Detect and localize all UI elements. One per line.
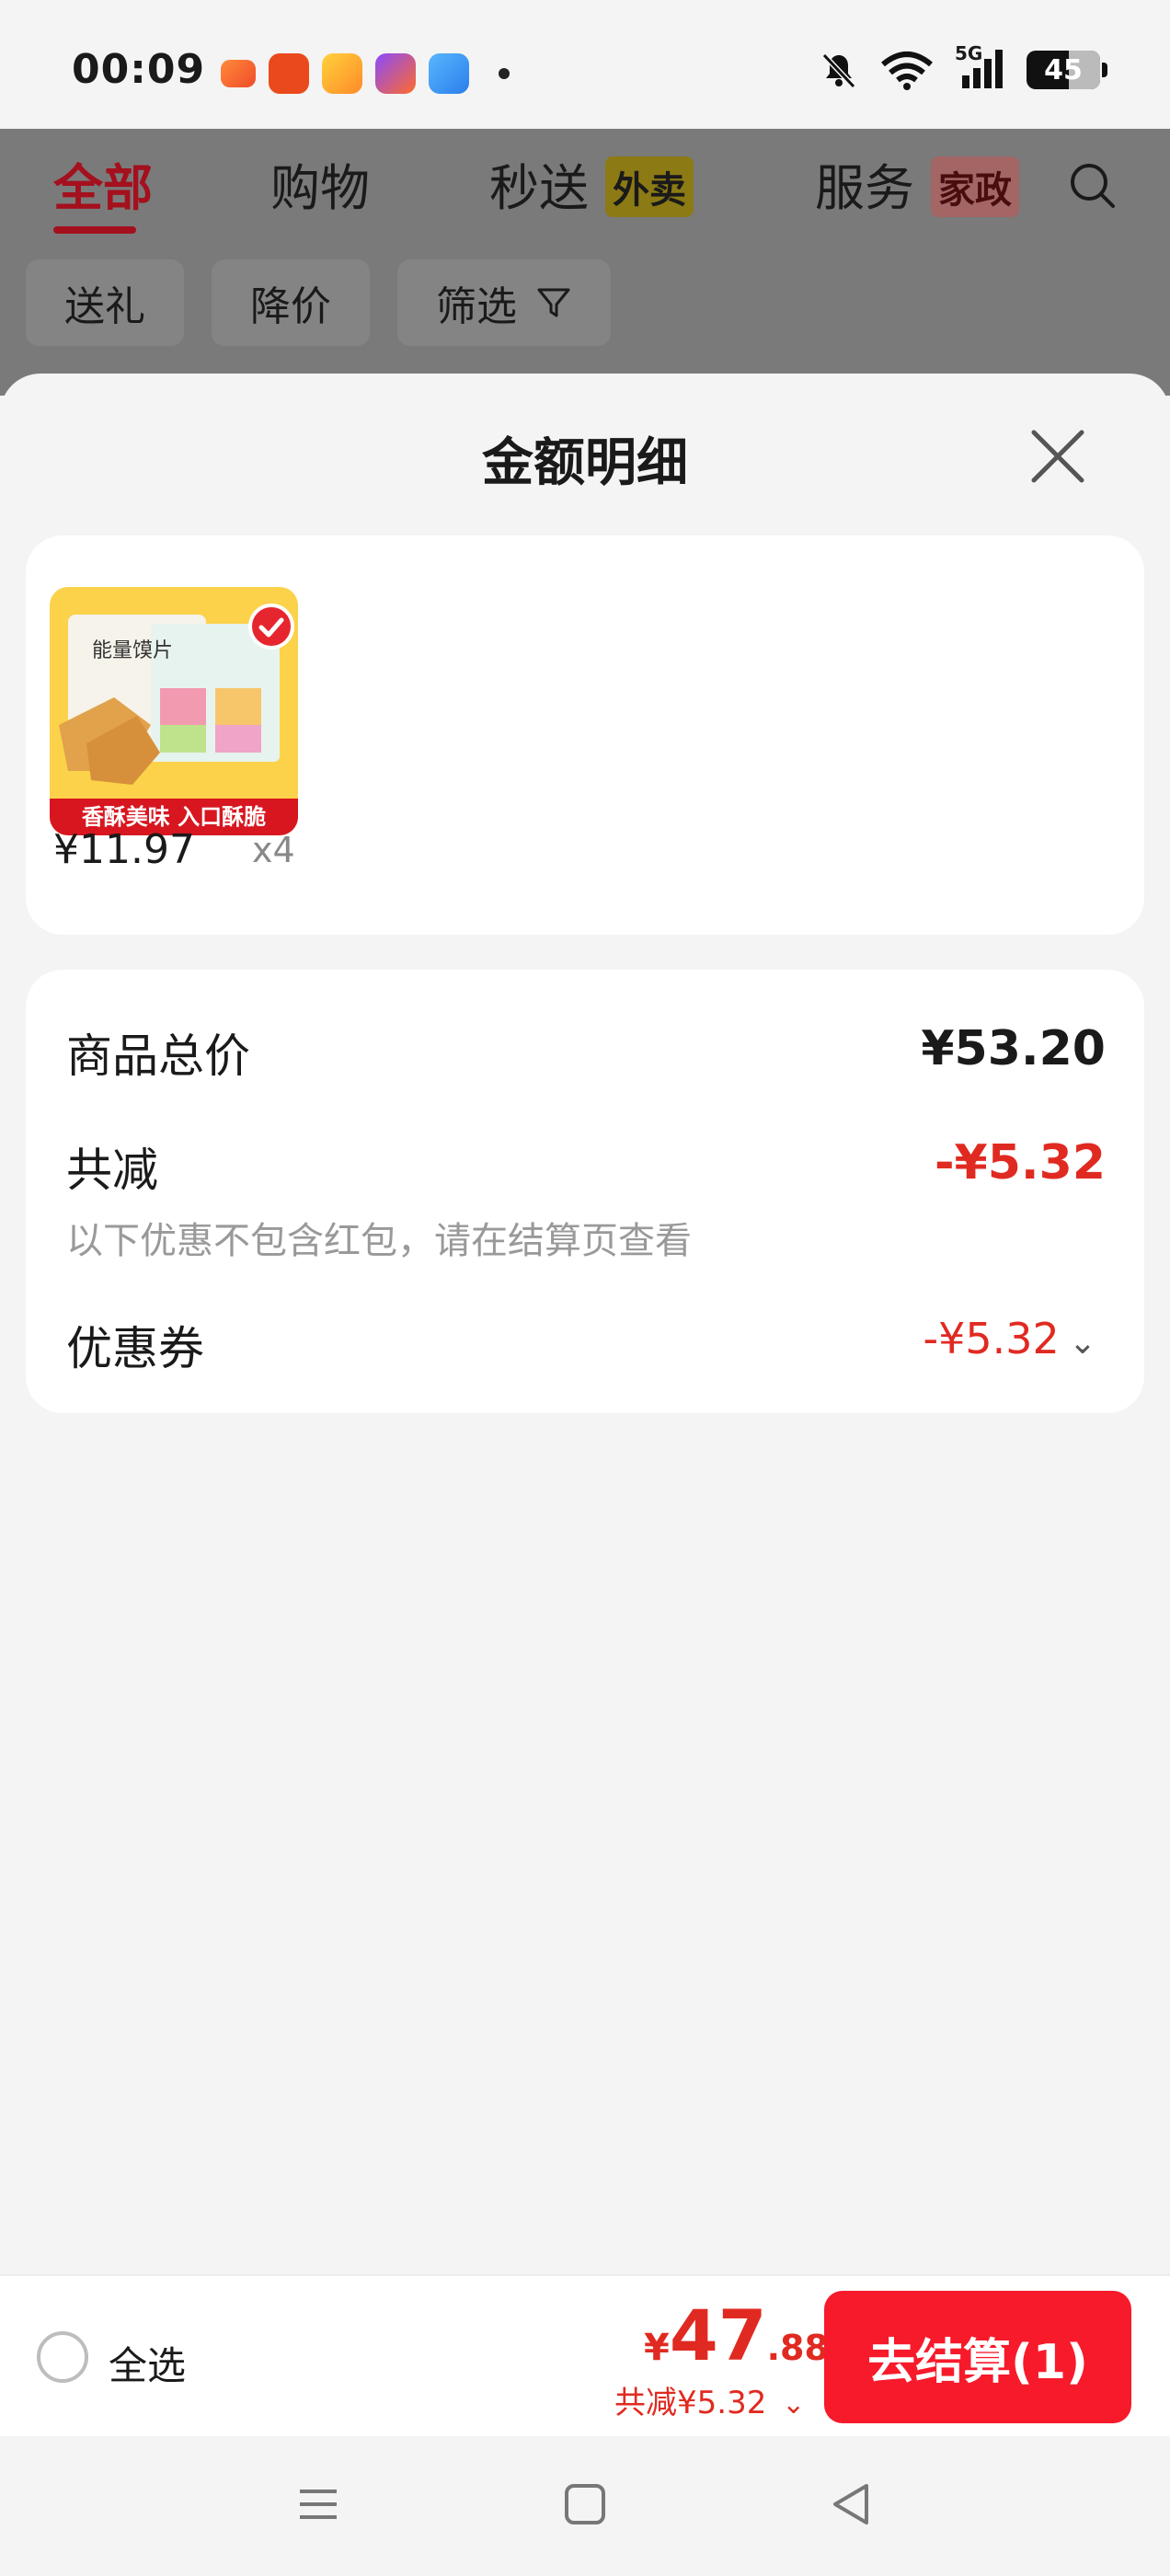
status-bar: 00:09 5G 45 (0, 0, 1170, 129)
taobao-app-icon (269, 53, 309, 94)
amount-details-sheet: 金额明细 能量馍片 香酥美味 入口酥脆 ¥11.97 x4 商品总价 ¥53.2… (0, 374, 1170, 2576)
game-app-icon (221, 60, 256, 87)
discount-details-toggle[interactable]: 共减¥5.32 ⌄ (614, 2377, 805, 2422)
tab-shopping[interactable]: 购物 (270, 147, 370, 220)
chip-gift[interactable]: 送礼 (26, 259, 184, 346)
price-summary-card: 商品总价 ¥53.20 共减 -¥5.32 以下优惠不包含红包，请在结算页查看 … (26, 970, 1144, 1413)
checkout-button[interactable]: 去结算(1) (824, 2291, 1131, 2423)
wifi-icon (881, 52, 933, 90)
battery-level: 45 (1044, 53, 1083, 86)
back-icon[interactable] (824, 2477, 879, 2532)
filter-chips: 送礼 降价 筛选 (26, 259, 611, 346)
system-navigation-bar (0, 2436, 1170, 2576)
select-all-checkbox[interactable] (37, 2331, 88, 2383)
total-price-value: ¥53.20 (921, 1021, 1106, 1076)
home-icon[interactable] (557, 2477, 613, 2532)
selected-check-icon[interactable] (248, 604, 294, 650)
status-time: 00:09 (72, 46, 206, 93)
more-notifications-dot (499, 68, 510, 79)
chip-filter[interactable]: 筛选 (397, 259, 611, 346)
category-tabs: 全部 购物 秒送 外卖 服务 家政 (0, 147, 1170, 234)
menu-icon[interactable] (291, 2477, 346, 2532)
product-brand-text: 能量馍片 (92, 639, 173, 662)
cellular-signal-icon: 5G (955, 42, 1006, 92)
takeaway-badge: 外卖 (605, 156, 694, 217)
tab-instant-delivery[interactable]: 秒送 (489, 147, 589, 220)
sheet-title: 金额明细 (482, 433, 688, 493)
video-app-icon (322, 53, 362, 94)
select-all-label[interactable]: 全选 (109, 2335, 186, 2391)
tab-services[interactable]: 服务 (815, 147, 914, 220)
discount-value: -¥5.32 (934, 1135, 1106, 1190)
weather-app-icon (429, 53, 469, 94)
chevron-down-icon: ⌄ (1068, 1324, 1096, 1362)
network-type: 5G (955, 42, 983, 64)
notification-icons (221, 53, 510, 94)
mute-bell-icon (821, 52, 856, 89)
currency-symbol: ¥ (644, 2327, 670, 2369)
chip-filter-label: 筛选 (436, 283, 517, 330)
product-price: ¥11.97 (53, 826, 195, 873)
coupon-label: 优惠券 (66, 1322, 204, 1375)
product-quantity: x4 (252, 830, 295, 870)
discount-label: 共减 (66, 1144, 158, 1197)
total-price-label: 商品总价 (66, 1029, 250, 1083)
product-thumbnail[interactable]: 能量馍片 香酥美味 入口酥脆 (50, 587, 298, 835)
battery-icon: 45 (1027, 51, 1107, 89)
star-app-icon (375, 53, 416, 94)
chip-price-drop[interactable]: 降价 (212, 259, 370, 346)
total-payable: ¥ 47 .88 (644, 2294, 829, 2376)
filter-funnel-icon (537, 288, 570, 317)
coupon-value: -¥5.32 (923, 1314, 1060, 1363)
chip-gift-label: 送礼 (64, 283, 145, 330)
product-list-card: 能量馍片 香酥美味 入口酥脆 ¥11.97 x4 (26, 535, 1144, 935)
discount-note: 以下优惠不包含红包，请在结算页查看 (66, 1220, 692, 1262)
status-indicators: 5G 45 (819, 42, 1107, 92)
coupon-row-toggle[interactable]: -¥5.32 ⌄ (923, 1314, 1096, 1363)
total-price-integer: 47 (669, 2294, 767, 2376)
search-icon[interactable] (1067, 160, 1118, 212)
total-price-decimal: .88 (766, 2328, 829, 2368)
chip-price-drop-label: 降价 (250, 283, 331, 330)
tab-all[interactable]: 全部 (53, 147, 153, 220)
housekeeping-badge: 家政 (931, 156, 1019, 217)
close-icon[interactable] (1023, 421, 1093, 491)
checkout-bar: 全选 ¥ 47 .88 共减¥5.32 ⌄ 去结算(1) (0, 2274, 1170, 2436)
chevron-down-icon: ⌄ (782, 2388, 806, 2421)
active-tab-indicator (53, 226, 136, 234)
bottom-discount-text: 共减¥5.32 (614, 2385, 767, 2421)
